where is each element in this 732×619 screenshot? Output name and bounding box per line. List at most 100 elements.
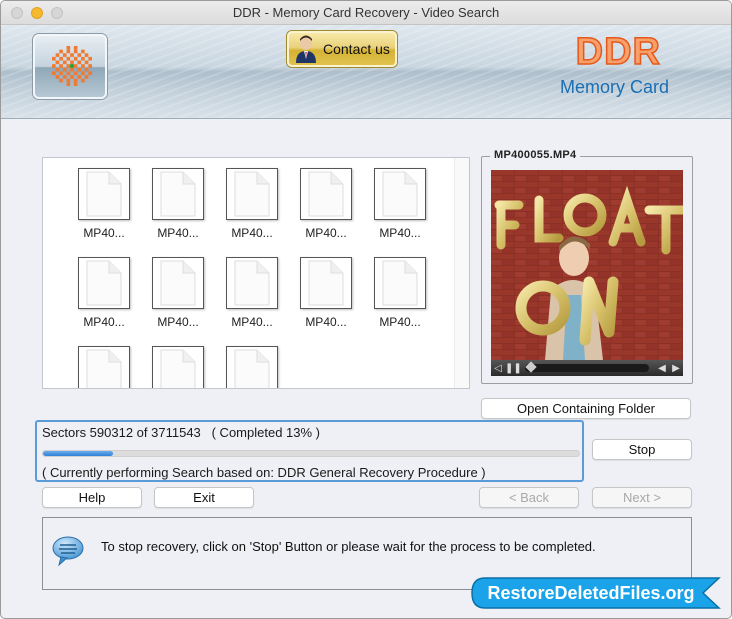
- file-item[interactable]: [151, 346, 205, 388]
- file-name: MP40...: [157, 315, 199, 329]
- file-name: MP40...: [379, 315, 421, 329]
- minimize-window-button[interactable]: [31, 7, 43, 19]
- logo-cell: [59, 49, 63, 54]
- help-button[interactable]: Help: [42, 487, 142, 508]
- file-thumbnail: [300, 168, 352, 220]
- document-icon: [382, 260, 418, 306]
- info-message-text: To stop recovery, click on 'Stop' Button…: [101, 539, 596, 554]
- logo-cell: [55, 67, 60, 72]
- logo-cell: [52, 71, 56, 76]
- recovered-files-panel[interactable]: MP40... MP40... MP40... MP40... MP40... MP40.…: [42, 157, 470, 389]
- file-item[interactable]: MP40...: [225, 168, 279, 240]
- logo-cell: [73, 78, 78, 83]
- file-thumbnail: [152, 257, 204, 309]
- file-item[interactable]: MP40...: [151, 168, 205, 240]
- step-forward-icon[interactable]: ▶: [669, 363, 683, 374]
- logo-cell: [77, 75, 82, 79]
- open-containing-folder-button[interactable]: Open Containing Folder: [481, 398, 691, 419]
- preview-group: MP400055.MP4 ◁ ❚❚ ◀ ▶: [481, 149, 693, 384]
- app-logo: [33, 34, 107, 99]
- file-item[interactable]: MP40...: [373, 168, 427, 240]
- logo-cell: [55, 53, 60, 57]
- document-icon: [160, 349, 196, 388]
- logo-cell: [70, 60, 74, 65]
- header-banner: Contact us DDR Memory Card: [1, 25, 731, 119]
- progress-bar: [42, 450, 580, 457]
- file-name: MP40...: [157, 226, 199, 240]
- logo-cell: [52, 64, 56, 68]
- file-item[interactable]: MP40...: [373, 257, 427, 329]
- document-icon: [160, 171, 196, 217]
- brand-product: Memory Card: [559, 77, 669, 97]
- progress-bar-fill: [43, 451, 113, 456]
- logo-cell: [81, 56, 85, 61]
- person-icon: [296, 35, 316, 63]
- video-player[interactable]: ◁ ❚❚ ◀ ▶: [491, 170, 683, 376]
- logo-cell: [62, 60, 67, 65]
- logo-cell: [73, 49, 78, 54]
- logo-cell: [70, 67, 74, 72]
- logo-cell: [88, 64, 92, 68]
- pause-icon[interactable]: ❚❚: [505, 363, 522, 374]
- logo-cell: [70, 75, 74, 79]
- file-name: MP40...: [305, 226, 347, 240]
- watermark-text: RestoreDeletedFiles.org: [487, 583, 695, 603]
- next-button[interactable]: Next >: [592, 487, 692, 508]
- logo-cell: [66, 78, 71, 83]
- contact-us-button[interactable]: Contact us: [287, 31, 397, 67]
- file-item[interactable]: MP40...: [299, 257, 353, 329]
- file-item[interactable]: MP40...: [77, 257, 131, 329]
- exit-button[interactable]: Exit: [154, 487, 254, 508]
- file-thumbnail: [78, 257, 130, 309]
- logo-cell: [81, 49, 85, 54]
- document-icon: [86, 349, 122, 388]
- seek-knob[interactable]: [525, 361, 538, 373]
- logo-cell: [81, 78, 85, 83]
- logo-cell: [62, 67, 67, 72]
- logo-cell: [77, 53, 82, 57]
- back-button[interactable]: < Back: [479, 487, 579, 508]
- file-thumbnail: [152, 168, 204, 220]
- stop-button[interactable]: Stop: [592, 439, 692, 460]
- maximize-window-button[interactable]: [51, 7, 63, 19]
- document-icon: [86, 171, 122, 217]
- file-item[interactable]: [225, 346, 279, 388]
- logo-cell: [84, 60, 89, 65]
- close-window-button[interactable]: [11, 7, 23, 19]
- file-thumbnail: [226, 346, 278, 388]
- logo-cell: [73, 64, 78, 68]
- logo-cell: [73, 46, 78, 50]
- video-controls: ◁ ❚❚ ◀ ▶: [491, 360, 683, 376]
- document-icon: [308, 260, 344, 306]
- video-frame: [491, 170, 683, 360]
- document-icon: [308, 171, 344, 217]
- logo-cell: [73, 71, 78, 76]
- volume-icon[interactable]: ◁: [491, 363, 505, 374]
- document-icon: [382, 171, 418, 217]
- window-title: DDR - Memory Card Recovery - Video Searc…: [232, 5, 500, 20]
- file-panel-scrollbar[interactable]: [454, 158, 469, 388]
- file-item[interactable]: MP40...: [225, 257, 279, 329]
- logo-cell: [59, 71, 63, 76]
- logo-cell: [66, 71, 71, 76]
- contact-us-label: Contact us: [323, 41, 390, 57]
- step-back-icon[interactable]: ◀: [655, 363, 669, 374]
- file-item[interactable]: [77, 346, 131, 388]
- current-procedure-text: ( Currently performing Search based on: …: [42, 465, 486, 480]
- seek-slider[interactable]: [525, 361, 649, 373]
- logo-cell: [70, 53, 74, 57]
- file-thumbnail: [152, 346, 204, 388]
- logo-cell: [84, 75, 89, 79]
- file-item[interactable]: MP40...: [77, 168, 131, 240]
- sectors-progress-text: Sectors 590312 of 3711543 ( Completed 13…: [42, 425, 320, 440]
- file-item[interactable]: MP40...: [299, 168, 353, 240]
- logo-cell: [77, 60, 82, 65]
- watermark-ribbon: RestoreDeletedFiles.org: [471, 577, 721, 609]
- logo-cell: [66, 46, 71, 50]
- file-thumbnail: [78, 168, 130, 220]
- logo-cell: [66, 49, 71, 54]
- logo-cell: [62, 53, 67, 57]
- file-item[interactable]: MP40...: [151, 257, 205, 329]
- logo-cell: [59, 78, 63, 83]
- file-thumbnail: [226, 257, 278, 309]
